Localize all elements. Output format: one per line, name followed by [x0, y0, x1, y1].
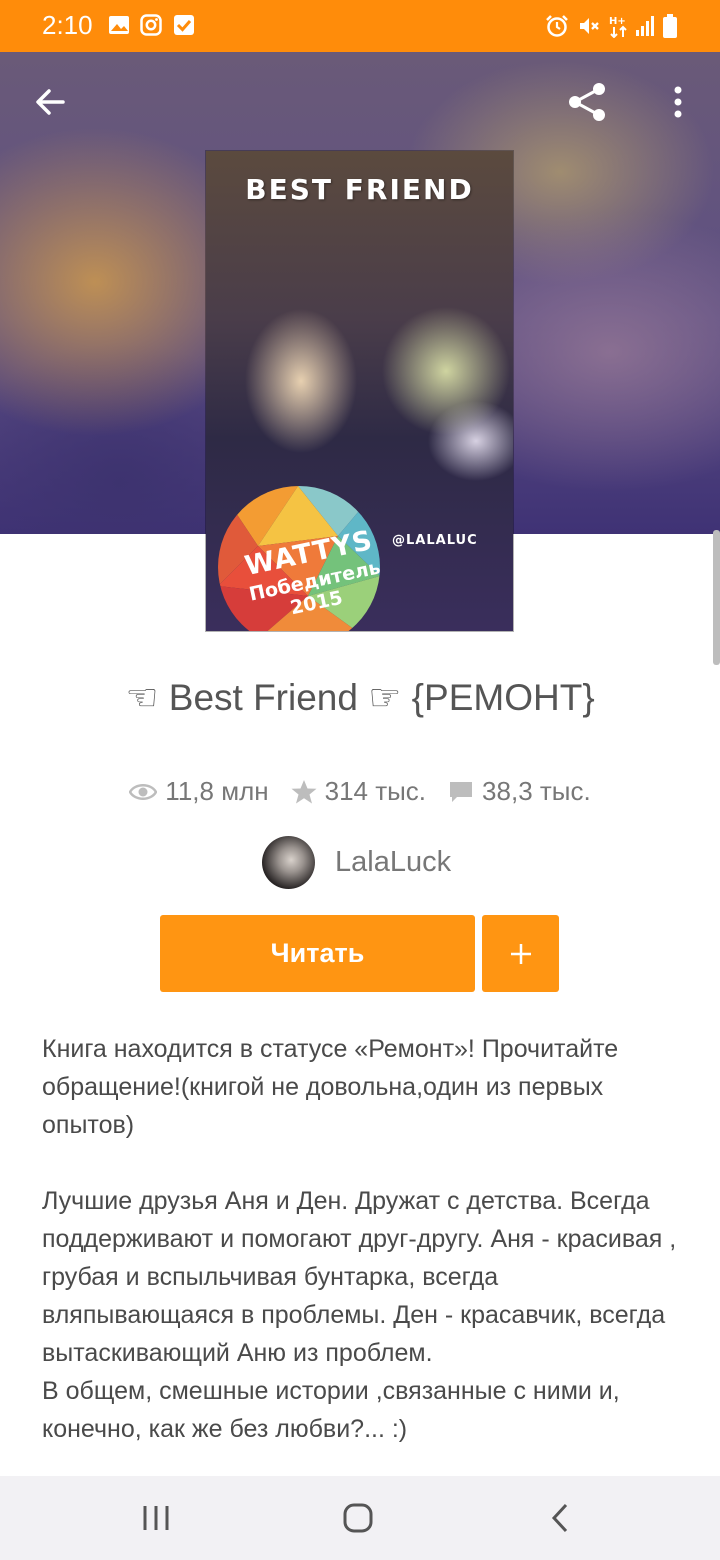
- author-link[interactable]: LalaLuck: [262, 836, 451, 889]
- recent-apps-button[interactable]: [116, 1486, 196, 1550]
- scrollbar[interactable]: [713, 530, 720, 665]
- story-stats: 11,8 млн 314 тыс. 38,3 тыс.: [0, 776, 720, 807]
- story-title: ☜ Best Friend ☞ {РЕМОНТ}: [125, 677, 595, 718]
- battery-icon: [663, 14, 677, 38]
- signal-icon: [636, 16, 654, 36]
- status-time: 2:10: [42, 10, 93, 40]
- reads-count: 11,8 млн: [165, 776, 269, 806]
- star-icon: [291, 779, 317, 803]
- home-icon: [343, 1503, 373, 1533]
- read-button[interactable]: Читать: [160, 915, 475, 992]
- description-paragraph: Лучшие друзья Аня и Ден. Дружат с детств…: [42, 1187, 677, 1367]
- add-to-library-button[interactable]: [482, 915, 559, 992]
- comments-count: 38,3 тыс.: [482, 776, 591, 806]
- chevron-left-icon: [551, 1503, 568, 1533]
- eye-icon: [129, 783, 158, 800]
- image-icon: [109, 16, 129, 34]
- share-icon: [569, 83, 605, 121]
- reads-stat: 11,8 млн: [129, 776, 269, 807]
- status-bar: 2:10 H+: [0, 0, 720, 52]
- recent-apps-icon: [143, 1506, 169, 1530]
- cover-title: BEST FRIEND: [245, 173, 474, 206]
- wattys-badge: WATTYS Победитель 2015: [218, 486, 380, 631]
- svg-text:H+: H+: [609, 16, 626, 27]
- system-nav-bar: [0, 1476, 720, 1560]
- alarm-icon: [546, 15, 568, 37]
- arrow-left-icon: [36, 89, 65, 115]
- more-options-button[interactable]: [650, 74, 706, 130]
- instagram-icon: [140, 14, 162, 36]
- share-button[interactable]: [559, 74, 615, 130]
- comments-stat: 38,3 тыс.: [448, 776, 591, 807]
- votes-count: 314 тыс.: [324, 776, 427, 806]
- more-vertical-icon: [674, 86, 682, 118]
- avatar: [262, 836, 315, 889]
- book-cover[interactable]: BEST FRIEND @LALALUC WATTYS Победитель 2…: [206, 151, 513, 631]
- description-paragraph: В общем, смешные истории ,связанные с ни…: [42, 1377, 620, 1443]
- back-nav-button[interactable]: [520, 1486, 600, 1550]
- comment-icon: [450, 781, 473, 802]
- description-paragraph: Книга находится в статусе «Ремонт»! Проч…: [42, 1035, 619, 1139]
- back-button[interactable]: [22, 74, 78, 130]
- home-button[interactable]: [318, 1486, 398, 1550]
- check-box-icon: [174, 15, 194, 35]
- votes-stat: 314 тыс.: [291, 776, 426, 807]
- author-name: LalaLuck: [335, 846, 452, 878]
- story-description: Книга находится в статусе «Ремонт»! Проч…: [42, 1030, 682, 1448]
- cover-handle: @LALALUC: [392, 533, 478, 548]
- mute-icon: [580, 18, 599, 34]
- plus-icon: [510, 943, 531, 964]
- data-arrows-icon: H+: [609, 16, 627, 38]
